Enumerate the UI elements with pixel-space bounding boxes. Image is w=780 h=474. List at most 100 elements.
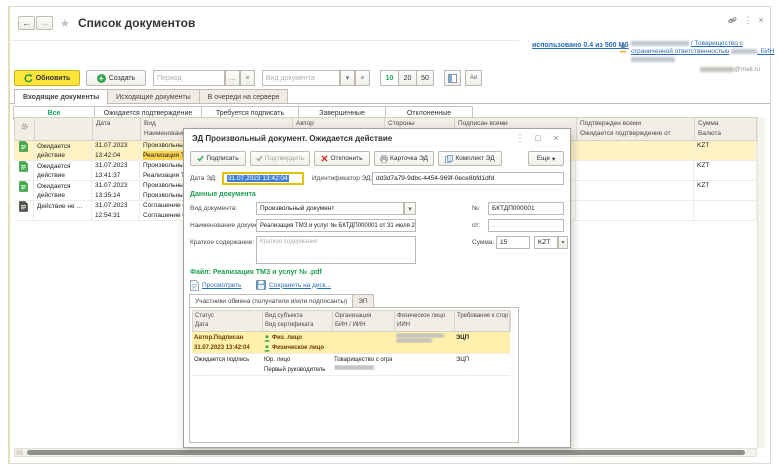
document-status-icon: [14, 141, 34, 160]
bundle-button[interactable]: Комплект ЭД: [438, 151, 502, 166]
more-menu-icon[interactable]: ⋮: [742, 15, 754, 26]
sum-field[interactable]: 15: [496, 236, 530, 249]
tab-signatures[interactable]: ЭП: [352, 294, 373, 307]
open-link-icon[interactable]: [728, 16, 740, 25]
back-icon: ←: [22, 18, 31, 28]
confirm-button[interactable]: Подтвердить: [250, 151, 310, 166]
doc-type-dropdown-button[interactable]: ▾: [340, 70, 355, 86]
check-icon: [197, 155, 204, 162]
scroll-left-button[interactable]: [16, 450, 23, 455]
ed-date-field[interactable]: 31.07.2023 13:42:04: [222, 172, 304, 185]
document-status-icon: [14, 181, 34, 200]
doc-kind-dropdown[interactable]: ▾: [404, 202, 416, 215]
favorite-star-icon[interactable]: ★: [60, 17, 70, 30]
page-title: Список документов: [78, 16, 195, 30]
currency-field[interactable]: KZT: [534, 236, 558, 249]
dialog-title: ЭД Произвольный документ. Ожидается дейс…: [192, 134, 392, 143]
page-size-group: 10 20 50: [380, 70, 434, 86]
dialog-menu-icon[interactable]: ⋮: [514, 133, 526, 144]
org-link-line1[interactable]: / Товарищество с: [631, 40, 743, 47]
close-icon[interactable]: ×: [755, 15, 767, 25]
ed-id-field[interactable]: dd3d7a79-9dbc-4454-969f-0ece8bfd1dfd: [372, 172, 564, 185]
back-button[interactable]: ←: [18, 16, 35, 30]
summary-textarea[interactable]: [256, 236, 416, 264]
header-divider: [9, 40, 519, 41]
org-link-line3[interactable]: [631, 56, 675, 63]
org-link-line2[interactable]: ограниченной ответственностью , БИН: [631, 48, 774, 55]
x-icon: [321, 155, 328, 162]
chevron-down-icon: ▾: [552, 155, 555, 163]
settings-gear-icon[interactable]: [15, 118, 35, 140]
sum-label: Сумма:: [472, 239, 494, 246]
document-icon: [190, 280, 199, 291]
refresh-button[interactable]: Обновить: [14, 70, 80, 86]
redacted-text: [731, 49, 757, 54]
printer-icon: [380, 155, 388, 163]
redacted-text: [396, 338, 432, 343]
forward-button[interactable]: →: [36, 16, 53, 30]
doc-kind-label: Вид документа:: [190, 205, 237, 212]
document-status-icon: [14, 201, 34, 220]
scrollbar-thumb[interactable]: [27, 450, 745, 455]
participants-table-header: СтатусДата Вид субъектаВид сертификата О…: [192, 310, 510, 332]
doc-type-clear-button[interactable]: ×: [355, 70, 370, 86]
person-icon: [264, 335, 270, 342]
dialog-maximize-icon[interactable]: □: [532, 133, 544, 143]
save-to-disk-link[interactable]: Сохранить на диск...: [256, 280, 331, 290]
dialog-close-icon[interactable]: ×: [550, 133, 562, 143]
check-icon: [256, 155, 263, 162]
main-tabs: Входящие документы Исходящие документы В…: [14, 89, 288, 104]
page-size-20[interactable]: 20: [398, 70, 416, 86]
chevron-down-icon: ▾: [346, 74, 350, 82]
sign-button[interactable]: Подписать: [190, 151, 246, 166]
tab-participants[interactable]: Участники обмена (получатели и/или подпи…: [189, 294, 353, 307]
document-dialog: ЭД Произвольный документ. Ожидается дейс…: [183, 128, 571, 448]
view-file-link[interactable]: Просмотреть: [190, 280, 241, 291]
doc-number-label: №:: [472, 205, 481, 212]
save-disk-icon: [256, 280, 266, 290]
tab-queue[interactable]: В очереди на сервере: [199, 89, 289, 104]
page-size-50[interactable]: 50: [416, 70, 434, 86]
file-label: Файл: Реализация ТМЗ и услуг № .pdf: [190, 269, 322, 276]
period-input[interactable]: [153, 70, 225, 86]
more-button[interactable]: Еще▾: [528, 151, 564, 166]
period-clear-button[interactable]: ×: [240, 70, 255, 86]
redacted-text: [334, 365, 374, 370]
ed-date-label: Дата ЭД:: [190, 175, 217, 182]
redacted-text: [631, 41, 689, 46]
document-status-icon: [14, 161, 34, 180]
create-button[interactable]: + Создать: [86, 70, 146, 86]
redacted-text: [631, 57, 675, 62]
document-data-section: Данные документа: [190, 191, 256, 198]
card-button[interactable]: Карточка ЭД: [374, 151, 434, 166]
redacted-text: [700, 67, 734, 72]
doc-number-field[interactable]: БКТДП000001: [488, 202, 564, 215]
participant-row[interactable]: Ожидается подпись Юр. лицоПервый руковод…: [192, 354, 510, 376]
tab-incoming[interactable]: Входящие документы: [14, 89, 108, 104]
plus-icon: +: [97, 74, 106, 83]
storage-usage-link[interactable]: использовано 0.4 из 500 Мб: [532, 42, 629, 49]
dialog-tabs: Участники обмена (получатели и/или подпи…: [189, 294, 374, 307]
period-select-button[interactable]: ...: [225, 70, 240, 86]
doc-name-field[interactable]: Реализация ТМЗ и услуг № БКТДП000001 от …: [256, 219, 416, 232]
participants-panel: СтатусДата Вид субъектаВид сертификата О…: [189, 307, 519, 443]
doc-kind-combobox[interactable]: Произвольный документ: [256, 202, 404, 215]
reject-button[interactable]: Отклонить: [314, 151, 370, 166]
horizontal-scrollbar[interactable]: [14, 448, 757, 457]
alphabet-settings-icon[interactable]: Ая: [465, 70, 482, 86]
chevron-down-icon: ▾: [408, 205, 412, 213]
tabs-baseline: [9, 103, 770, 104]
participant-row[interactable]: Автор.Подписан31.07.2023 13:42:04 Физ. л…: [192, 332, 510, 354]
chevron-down-icon: ▾: [561, 239, 564, 246]
page-size-10[interactable]: 10: [380, 70, 398, 86]
currency-dropdown[interactable]: ▾: [558, 236, 568, 249]
tab-outgoing[interactable]: Исходящие документы: [107, 89, 199, 104]
doc-from-label: от:: [472, 222, 480, 229]
view-mode-icon[interactable]: [444, 70, 461, 86]
doc-type-input[interactable]: [262, 70, 340, 86]
ed-id-label: Идентификатор ЭД:: [312, 175, 372, 182]
vertical-scrollbar[interactable]: [757, 117, 765, 448]
summary-label: Краткое содержание:: [190, 239, 254, 246]
user-email: @mail.ru: [700, 66, 760, 73]
doc-from-field[interactable]: .. .. :: [488, 219, 564, 232]
